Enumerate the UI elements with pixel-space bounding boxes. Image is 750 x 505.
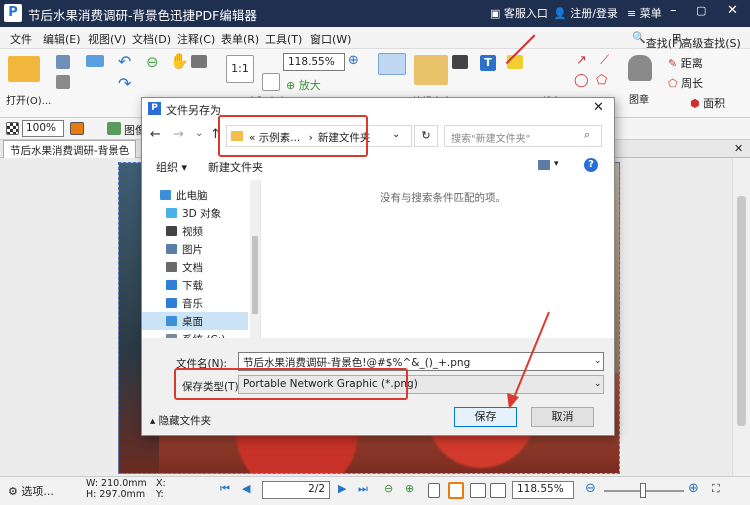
annotation-arrow-line [512,311,550,401]
annotation-arrow-head [507,393,519,409]
annotation-arrow-overlay [507,311,550,409]
